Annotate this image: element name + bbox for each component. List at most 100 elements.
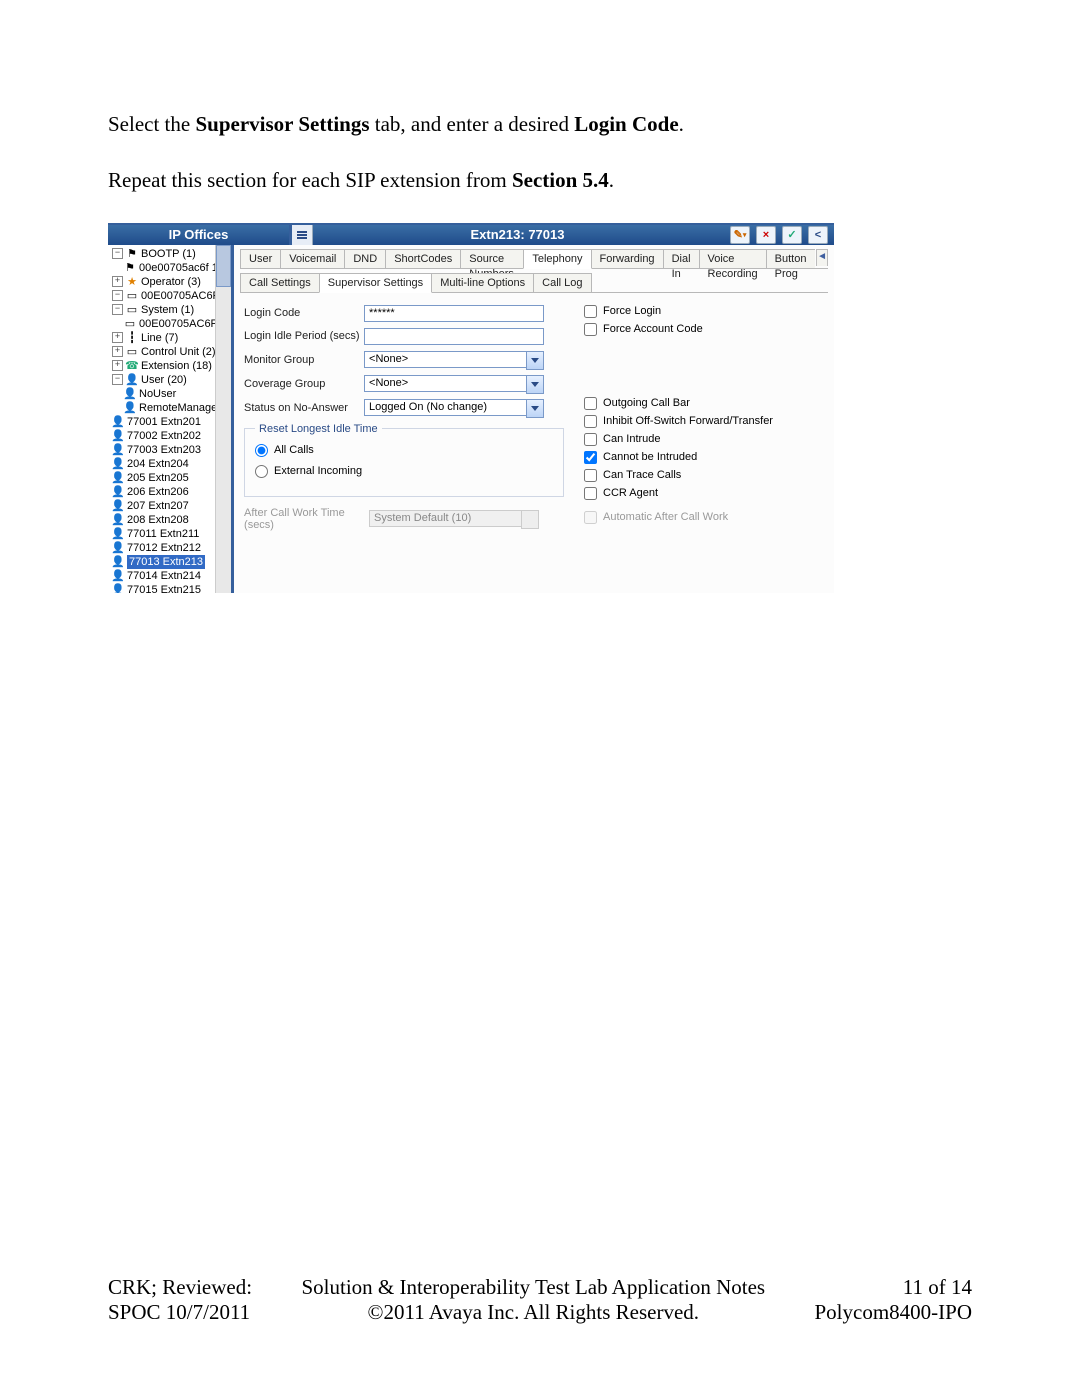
tree-bootp[interactable]: BOOTP (1) xyxy=(141,247,196,261)
chk-auto-after-call: Automatic After Call Work xyxy=(584,511,824,524)
chk-trace[interactable]: Can Trace Calls xyxy=(584,469,824,482)
chk-ccr[interactable]: CCR Agent xyxy=(584,487,824,500)
footer-reviewer: CRK; Reviewed: xyxy=(108,1275,252,1300)
after-call-label: After Call Work Time (secs) xyxy=(244,507,369,531)
tree-user-item[interactable]: 208 Extn208 xyxy=(127,513,189,527)
tab-shortcodes[interactable]: ShortCodes xyxy=(385,249,461,268)
tree-user-item[interactable]: 77001 Extn201 xyxy=(127,415,201,429)
status-label: Status on No-Answer xyxy=(244,402,364,414)
coverage-label: Coverage Group xyxy=(244,378,364,390)
reset-idle-fieldset: Reset Longest Idle Time All Calls Extern… xyxy=(244,423,564,497)
tab-dial-in[interactable]: Dial In xyxy=(663,249,700,268)
tab-button-prog[interactable]: Button Prog xyxy=(766,249,815,268)
user-item-icon: 👤 xyxy=(124,388,136,400)
coverage-select[interactable] xyxy=(364,375,544,393)
sip-user-icon: 👤 xyxy=(112,570,124,582)
dropdown-icon[interactable] xyxy=(526,351,544,370)
chk-cannot-intruded[interactable]: Cannot be Intruded xyxy=(584,451,824,464)
status-select[interactable] xyxy=(364,399,544,417)
tab-telephony[interactable]: Telephony xyxy=(523,249,591,269)
detail-panel: User Voicemail DND ShortCodes Source Num… xyxy=(234,225,834,593)
tree-scrollbar[interactable] xyxy=(215,245,231,593)
instruction-1: Select the Supervisor Settings tab, and … xyxy=(108,110,972,138)
toolbar: ✎▾ × ✓ < xyxy=(722,225,834,245)
tab-forwarding[interactable]: Forwarding xyxy=(591,249,664,268)
tree-user-item[interactable]: 206 Extn206 xyxy=(127,485,189,499)
config-tree[interactable]: −⚑BOOTP (1) ⚑00e00705ac6f 10.64.44.21 +★… xyxy=(108,225,234,593)
tree-user-item[interactable]: 205 Extn205 xyxy=(127,471,189,485)
idle-label: Login Idle Period (secs) xyxy=(244,330,364,342)
operator-icon: ★ xyxy=(126,276,138,288)
extension-icon: ☎ xyxy=(126,360,138,372)
subtab-supervisor-settings[interactable]: Supervisor Settings xyxy=(319,273,432,293)
tree-mac[interactable]: 00E00705AC6F xyxy=(141,289,219,303)
tree-user-item-selected[interactable]: 77013 Extn213 xyxy=(127,555,205,569)
user-item-icon: 👤 xyxy=(112,486,124,498)
sip-user-icon: 👤 xyxy=(112,556,124,568)
chk-can-intrude[interactable]: Can Intrude xyxy=(584,433,824,446)
chk-outgoing-bar[interactable]: Outgoing Call Bar xyxy=(584,397,824,410)
tree-remote[interactable]: RemoteManager xyxy=(139,401,221,415)
tree-user-item[interactable]: 77014 Extn214 xyxy=(127,569,201,583)
tree-user-item[interactable]: 77012 Extn212 xyxy=(127,541,201,555)
radio-external[interactable]: External Incoming xyxy=(255,465,553,478)
system-child-icon: ▭ xyxy=(124,318,136,330)
tree-nouser[interactable]: NoUser xyxy=(139,387,176,401)
spinner-icon xyxy=(521,510,539,529)
detail-icon xyxy=(292,225,313,245)
tree-system[interactable]: System (1) xyxy=(141,303,194,317)
bootp-child-icon: ⚑ xyxy=(124,262,136,274)
tree-operator[interactable]: Operator (3) xyxy=(141,275,201,289)
tab-source-numbers[interactable]: Source Numbers xyxy=(460,249,524,268)
radio-all-calls[interactable]: All Calls xyxy=(255,444,553,457)
tree-user-item[interactable]: 77002 Extn202 xyxy=(127,429,201,443)
tree-user-item[interactable]: 207 Extn207 xyxy=(127,499,189,513)
after-call-input xyxy=(369,510,521,527)
chk-inhibit[interactable]: Inhibit Off-Switch Forward/Transfer xyxy=(584,415,824,428)
user-item-icon: 👤 xyxy=(112,514,124,526)
subtab-call-settings[interactable]: Call Settings xyxy=(240,273,320,292)
ip-office-window: IP Offices Extn213: 77013 ✎▾ × ✓ < −⚑BOO… xyxy=(108,223,834,593)
subtab-multiline[interactable]: Multi-line Options xyxy=(431,273,534,292)
tab-voicemail[interactable]: Voicemail xyxy=(280,249,345,268)
main-tabs: User Voicemail DND ShortCodes Source Num… xyxy=(240,249,828,269)
user-icon: 👤 xyxy=(126,374,138,386)
tree-control[interactable]: Control Unit (2) xyxy=(141,345,216,359)
subtab-call-log[interactable]: Call Log xyxy=(533,273,591,292)
user-item-icon: 👤 xyxy=(112,458,124,470)
tab-dnd[interactable]: DND xyxy=(344,249,386,268)
login-code-input[interactable] xyxy=(364,305,544,322)
tab-voice-recording[interactable]: Voice Recording xyxy=(699,249,767,268)
system-icon: ▭ xyxy=(126,304,138,316)
tree-user[interactable]: User (20) xyxy=(141,373,187,387)
tree-user-item[interactable]: 77015 Extn215 xyxy=(127,583,201,593)
footer-title: Solution & Interoperability Test Lab App… xyxy=(252,1275,814,1300)
back-button[interactable]: < xyxy=(808,226,828,244)
ok-button[interactable]: ✓ xyxy=(782,226,802,244)
tree-user-item[interactable]: 204 Extn204 xyxy=(127,457,189,471)
tree-user-item[interactable]: 77003 Extn203 xyxy=(127,443,201,457)
dropdown-icon[interactable] xyxy=(526,399,544,418)
user-item-icon: 👤 xyxy=(112,500,124,512)
panel-title-ip-offices: IP Offices xyxy=(108,225,292,245)
detail-title: Extn213: 77013 xyxy=(313,225,722,245)
tree-user-item[interactable]: 77011 Extn211 xyxy=(127,527,199,541)
delete-button[interactable]: × xyxy=(756,226,776,244)
user-item-icon: 👤 xyxy=(112,472,124,484)
tab-user[interactable]: User xyxy=(240,249,281,268)
new-button[interactable]: ✎▾ xyxy=(730,226,750,244)
tree-extension[interactable]: Extension (18) xyxy=(141,359,212,373)
monitor-select[interactable] xyxy=(364,351,544,369)
user-item-icon: 👤 xyxy=(112,444,124,456)
page-footer: CRK; Reviewed: SPOC 10/7/2011 Solution &… xyxy=(108,1275,972,1325)
tree-system-child[interactable]: 00E00705AC6F xyxy=(139,317,217,331)
tab-scroll-left[interactable]: ◄ xyxy=(816,249,828,266)
sip-user-icon: 👤 xyxy=(112,542,124,554)
footer-date: SPOC 10/7/2011 xyxy=(108,1300,252,1325)
tree-line[interactable]: Line (7) xyxy=(141,331,178,345)
dropdown-icon[interactable] xyxy=(526,375,544,394)
chk-force-login[interactable]: Force Login xyxy=(584,305,824,318)
user-item-icon: 👤 xyxy=(112,430,124,442)
chk-force-account[interactable]: Force Account Code xyxy=(584,323,824,336)
idle-input[interactable] xyxy=(364,328,544,345)
